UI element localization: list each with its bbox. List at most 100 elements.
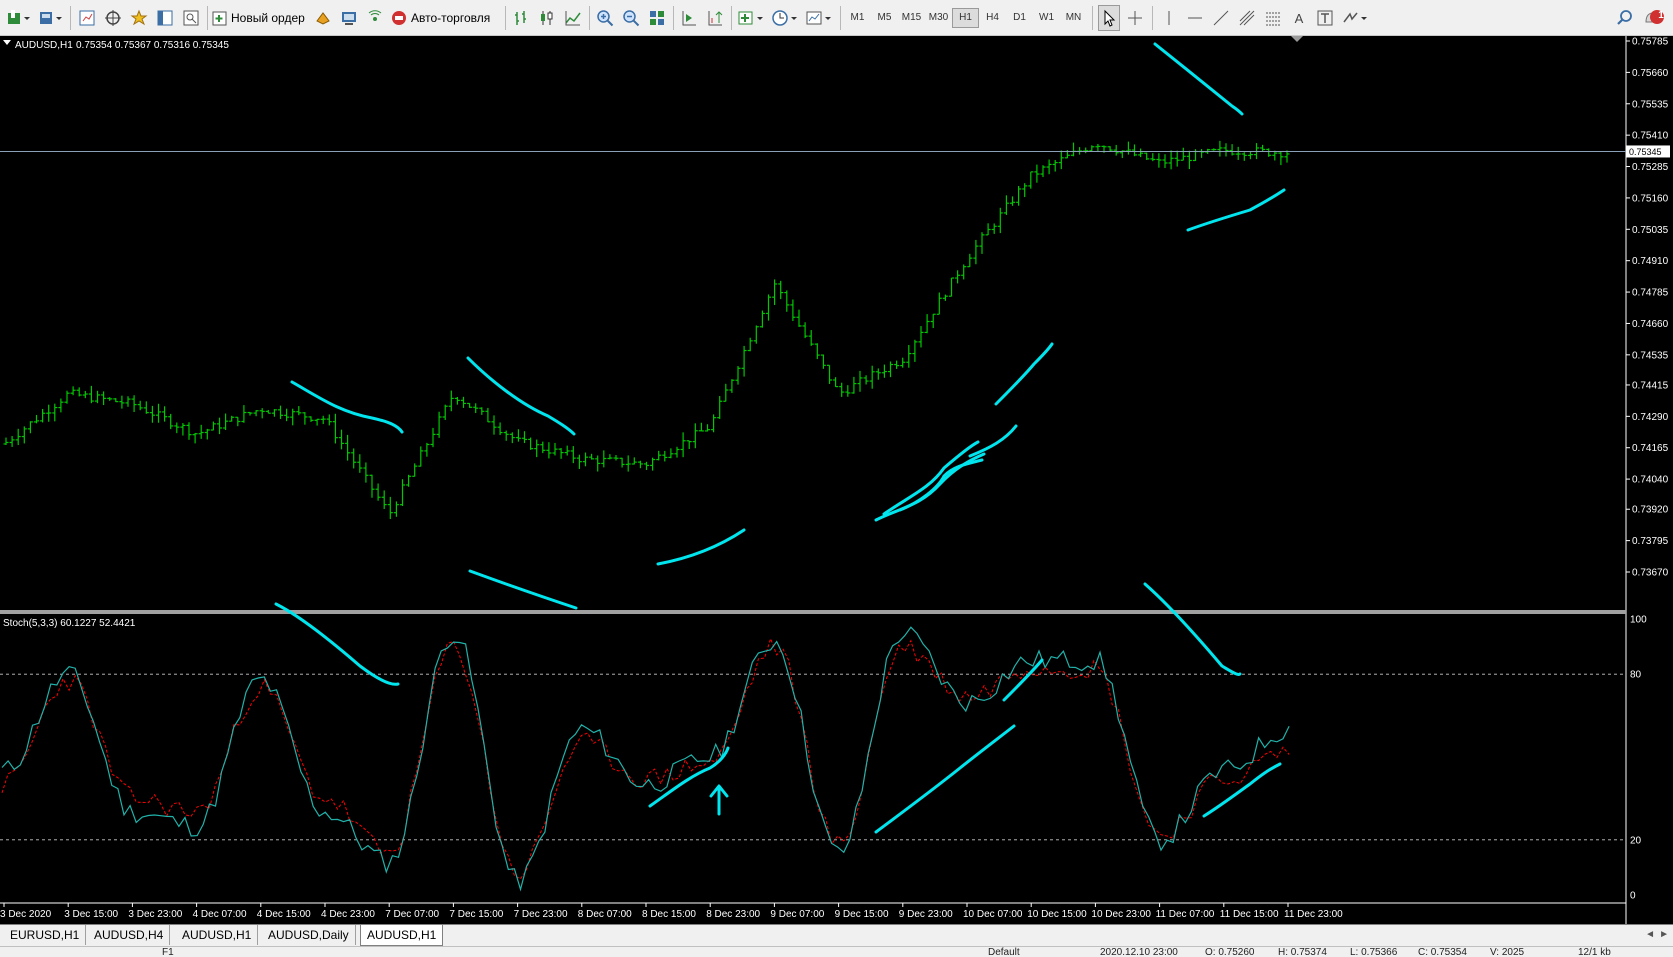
notification-count: 1 [1658,10,1664,21]
new-chart-button[interactable] [4,5,32,31]
arrows-button[interactable] [1340,5,1370,31]
text-button[interactable]: A [1288,5,1310,31]
time-tick-label: 4 Dec 23:00 [321,909,375,920]
timeframe-h1[interactable]: H1 [952,8,979,28]
price-pane-background [0,36,1626,614]
search-icon [1617,10,1632,25]
annotation-stroke [1202,762,1282,818]
signals-button[interactable] [364,5,386,31]
fibonacci-button[interactable] [1262,5,1284,31]
vertical-line-icon [1168,11,1170,25]
annotation-stroke [874,724,1016,834]
new-order-button[interactable]: Новый ордер [212,5,308,31]
price-tick-label: 0.73920 [1632,505,1669,516]
new-chart-icon [8,10,30,24]
autoscroll-button[interactable] [704,5,726,31]
time-axis[interactable]: 3 Dec 2020 3 Dec 15:00 3 Dec 23:00 4 Dec 07… [0,903,1343,920]
horizontal-line-icon [1188,17,1202,19]
data-window-button[interactable] [154,5,176,31]
stoch-level-0: 0 [1630,891,1636,902]
tabs-scroll-right-icon[interactable]: ► [1659,929,1669,940]
price-pane[interactable]: 0.75785 0.75660 0.75535 0.75410 0.75285 0.751… [0,36,1670,924]
search-button[interactable] [1614,5,1636,31]
timeframe-m15[interactable]: M15 [898,8,925,28]
tabs-scroll-left-icon[interactable]: ◄ [1645,929,1655,940]
indicators-button[interactable] [736,5,766,31]
pane-separator[interactable] [0,610,1626,614]
arrows-icon [1343,12,1367,23]
stoch-level-20: 20 [1630,835,1642,846]
chart-tabs: EURUSD,H1 AUDUSD,H4 AUDUSD,H1 AUDUSD,Dai… [0,924,1673,947]
terminal-button[interactable] [338,5,360,31]
status-bar: F1 Default 2020.12.10 23:00 O: 0.75260 H… [0,946,1673,957]
chart-shift-icon [682,11,696,26]
profiles-button[interactable] [36,5,64,31]
favorites-icon [130,9,148,26]
line-chart-icon [565,11,581,26]
stochastic-label: Stoch(5,3,3) 60.1227 52.4421 [3,618,136,629]
price-tick-label: 0.74040 [1632,475,1669,486]
tester-icon [183,10,199,26]
timeframe-d1[interactable]: D1 [1006,8,1033,28]
signals-icon [368,10,382,21]
stochastic-signal-line [1,637,1290,880]
timeframe-m5[interactable]: M5 [871,8,898,28]
periods-button[interactable] [770,5,800,31]
new-order-label: Новый ордер [231,11,305,25]
candles-button[interactable] [536,5,558,31]
timeframe-m30[interactable]: M30 [925,8,952,28]
timeframe-h4[interactable]: H4 [979,8,1006,28]
timeframe-mn[interactable]: MN [1060,8,1087,28]
crosshair-button[interactable] [1124,5,1146,31]
notification-button[interactable]: 1 [1640,5,1666,31]
tab-audusd-h1-first[interactable]: AUDUSD,H1 [176,925,259,945]
market-watch-button[interactable] [76,5,98,31]
timeframe-m1[interactable]: M1 [844,8,871,28]
candles-icon [541,11,553,25]
time-tick-label: 7 Dec 07:00 [385,909,439,920]
stochastic-pane[interactable]: Stoch(5,3,3) 60.1227 52.4421 100 80 20 0 [0,615,1647,902]
tab-audusd-daily[interactable]: AUDUSD,Daily [262,925,356,945]
time-tick-label: 7 Dec 15:00 [449,909,503,920]
zoom-out-icon [623,10,640,27]
bar-chart-button[interactable] [510,5,532,31]
metaeditor-button[interactable] [312,5,334,31]
time-tick-label: 11 Dec 07:00 [1156,909,1215,920]
current-price-label: 0.75345 [1629,147,1662,157]
price-tick-label: 0.74910 [1632,256,1669,267]
chart-shift-button[interactable] [678,5,700,31]
autotrading-button[interactable]: Авто-торговля [390,5,500,31]
vertical-line-button[interactable] [1158,5,1180,31]
navigator-button[interactable] [102,5,124,31]
tab-audusd-h4[interactable]: AUDUSD,H4 [88,925,171,945]
templates-button[interactable] [804,5,834,31]
zoom-in-button[interactable] [594,5,616,31]
chart-canvas[interactable]: 0.75785 0.75660 0.75535 0.75410 0.75285 0.751… [0,36,1673,924]
line-chart-button[interactable] [562,5,584,31]
price-tick-label: 0.74785 [1632,288,1669,299]
tab-eurusd-h1[interactable]: EURUSD,H1 [4,925,87,945]
price-scale[interactable]: 0.75785 0.75660 0.75535 0.75410 0.75285 0.751… [1626,37,1669,579]
tester-button[interactable] [180,5,202,31]
chart-window[interactable]: 0.75785 0.75660 0.75535 0.75410 0.75285 0.751… [0,36,1673,924]
tab-audusd-h1-active[interactable]: AUDUSD,H1 [360,925,444,946]
trendline-button[interactable] [1210,5,1232,31]
cursor-icon [1104,9,1116,27]
equidistant-channel-button[interactable] [1236,5,1258,31]
favorites-button[interactable] [128,5,150,31]
text-label-button[interactable] [1314,5,1336,31]
time-tick-label: 11 Dec 23:00 [1284,909,1343,920]
timeframe-w1[interactable]: W1 [1033,8,1060,28]
time-tick-label: 9 Dec 07:00 [770,909,824,920]
tile-windows-button[interactable] [646,5,668,31]
cursor-button[interactable] [1098,5,1120,31]
time-tick-label: 4 Dec 15:00 [257,909,311,920]
navigator-icon [105,10,121,26]
time-tick-label: 10 Dec 07:00 [963,909,1023,920]
metaeditor-icon [316,12,330,25]
zoom-out-button[interactable] [620,5,642,31]
time-tick-label: 3 Dec 23:00 [128,909,182,920]
indicators-icon [738,11,763,25]
profiles-icon [40,12,62,24]
horizontal-line-button[interactable] [1184,5,1206,31]
